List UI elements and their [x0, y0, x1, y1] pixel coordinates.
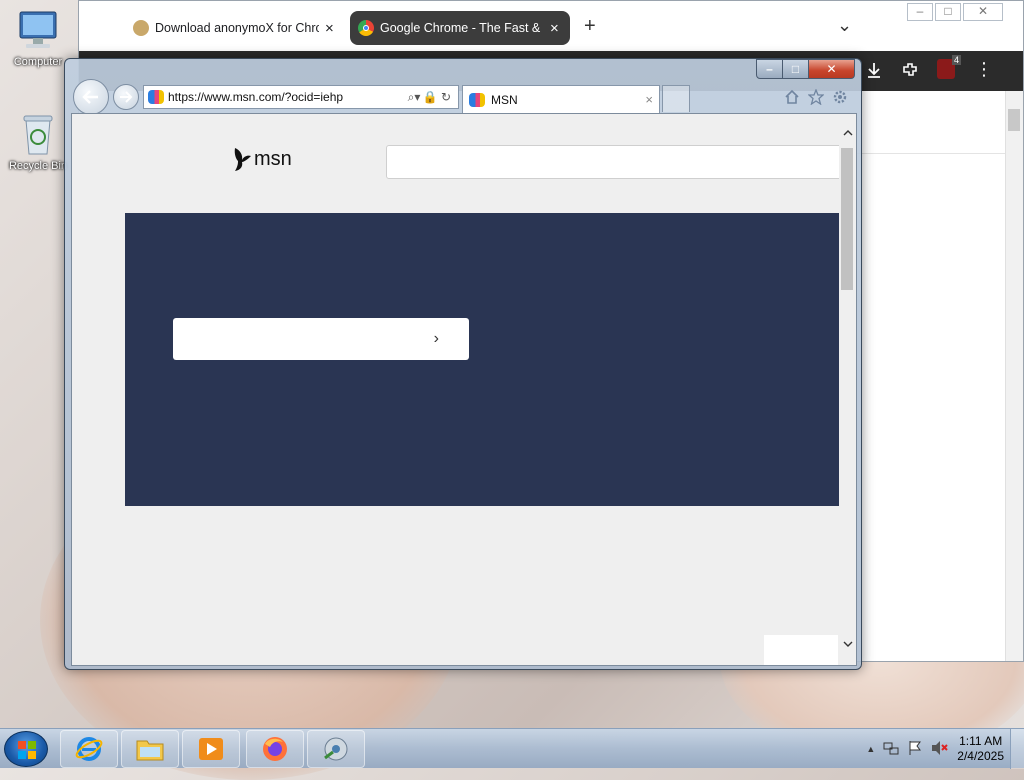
- tab-search-button[interactable]: ⌄: [837, 15, 852, 36]
- taskbar: ▲ 1:11 AM 2/4/2025: [0, 728, 1024, 769]
- page-corner-widget: [764, 635, 838, 665]
- show-hidden-icons-button[interactable]: ▲: [866, 744, 875, 754]
- extension-badge: 4: [951, 55, 961, 65]
- chevron-right-icon: ›: [433, 330, 439, 347]
- msn-butterfly-icon: [234, 148, 251, 171]
- ie-toolbar-icons: [783, 88, 849, 106]
- scroll-up-icon[interactable]: [839, 124, 856, 142]
- search-dropdown-icon[interactable]: ⌕▾: [406, 90, 422, 105]
- media-center-icon: [324, 737, 348, 761]
- tab-label: MSN: [491, 92, 518, 107]
- firefox-icon: [263, 737, 287, 761]
- ie-scrollbar[interactable]: [839, 114, 856, 665]
- download-icon[interactable]: [865, 61, 883, 82]
- home-icon[interactable]: [783, 88, 801, 106]
- anonymox-favicon-icon: [133, 20, 149, 36]
- msn-cta-button[interactable]: ›: [173, 318, 469, 360]
- back-button[interactable]: [73, 79, 109, 115]
- taskbar-firefox[interactable]: [246, 730, 304, 768]
- chrome-menu-icon[interactable]: ⋮: [975, 59, 993, 80]
- chrome-tab-google-chrome[interactable]: Google Chrome - The Fast & Secure ×: [350, 11, 570, 45]
- scroll-down-icon[interactable]: [839, 635, 856, 653]
- new-tab-button[interactable]: [662, 85, 690, 112]
- desktop-icon-computer[interactable]: Computer: [0, 6, 76, 68]
- windows-logo-icon: [18, 741, 36, 759]
- forward-arrow-icon: [120, 91, 133, 103]
- ie-caption-buttons: – □ ✕: [756, 59, 855, 79]
- taskbar-internet-explorer[interactable]: [60, 730, 118, 768]
- close-button[interactable]: ✕: [809, 59, 855, 79]
- msn-favicon-icon: [148, 90, 164, 104]
- chrome-tab-strip: Download anonymoX for Chrome × Google Ch…: [79, 1, 1023, 51]
- desktop-icon-label: Recycle Bin: [8, 160, 68, 172]
- scroll-thumb[interactable]: [1008, 109, 1020, 131]
- chrome-favicon-icon: [358, 20, 374, 36]
- msn-search-input[interactable]: [386, 145, 842, 179]
- chrome-window-controls: – □ ✕: [907, 3, 1003, 21]
- taskbar-media-center[interactable]: [307, 730, 365, 768]
- tab-close-icon[interactable]: ×: [645, 92, 653, 107]
- chrome-scrollbar[interactable]: [1005, 91, 1023, 661]
- settings-gear-icon[interactable]: [831, 88, 849, 106]
- system-tray: ▲ 1:11 AM 2/4/2025: [866, 729, 1004, 769]
- clock-time: 1:11 AM: [959, 734, 1003, 748]
- lock-icon[interactable]: 🔒: [422, 90, 438, 104]
- tab-close-icon[interactable]: ×: [325, 20, 334, 37]
- internet-explorer-window: – □ ✕ https://www.msn.com/?ocid=iehp ⌕▾ …: [64, 58, 862, 670]
- clock-date: 2/4/2025: [957, 749, 1004, 763]
- forward-button[interactable]: [113, 84, 139, 110]
- address-bar[interactable]: https://www.msn.com/?ocid=iehp ⌕▾ 🔒 ↻: [143, 85, 459, 109]
- msn-logo-text: msn: [254, 147, 292, 170]
- volume-muted-icon[interactable]: [931, 740, 949, 759]
- action-center-flag-icon[interactable]: [907, 740, 923, 759]
- scroll-thumb[interactable]: [841, 148, 853, 290]
- ie-page-viewport: msn ›: [71, 113, 857, 666]
- tab-label: Google Chrome - The Fast & Secure: [380, 21, 544, 35]
- maximize-button[interactable]: □: [783, 59, 809, 79]
- tab-label: Download anonymoX for Chrome: [155, 21, 319, 35]
- extensions-puzzle-icon[interactable]: [901, 61, 919, 82]
- minimize-button[interactable]: –: [907, 3, 933, 21]
- taskbar-media-player[interactable]: [182, 730, 240, 768]
- media-player-icon: [199, 738, 223, 760]
- file-explorer-icon: [136, 740, 164, 761]
- favorites-star-icon[interactable]: [807, 88, 825, 106]
- tab-close-icon[interactable]: ×: [550, 20, 559, 37]
- maximize-button[interactable]: □: [935, 3, 961, 21]
- close-button[interactable]: ✕: [963, 3, 1003, 21]
- back-arrow-icon: [82, 90, 98, 104]
- address-url: https://www.msn.com/?ocid=iehp: [168, 90, 344, 104]
- internet-explorer-icon: [75, 737, 103, 761]
- show-desktop-button[interactable]: [1010, 729, 1024, 769]
- chrome-tab-anonymox[interactable]: Download anonymoX for Chrome ×: [125, 11, 343, 45]
- new-tab-button[interactable]: +: [584, 15, 596, 38]
- refresh-icon[interactable]: ↻: [438, 90, 454, 104]
- recycle-bin-icon: [14, 110, 62, 158]
- ublock-extension-icon[interactable]: 4: [937, 55, 961, 79]
- clock[interactable]: 1:11 AM 2/4/2025: [957, 734, 1004, 764]
- taskbar-file-explorer[interactable]: [121, 730, 179, 768]
- network-icon[interactable]: [883, 740, 899, 759]
- minimize-button[interactable]: –: [756, 59, 783, 79]
- computer-icon: [14, 6, 62, 54]
- msn-favicon-icon: [469, 92, 485, 107]
- msn-hero-panel: ›: [125, 213, 839, 506]
- msn-logo[interactable]: msn: [232, 146, 292, 172]
- ie-tab-msn[interactable]: MSN ×: [462, 85, 660, 113]
- desktop-icon-label: Computer: [13, 56, 63, 68]
- start-button[interactable]: [4, 731, 48, 767]
